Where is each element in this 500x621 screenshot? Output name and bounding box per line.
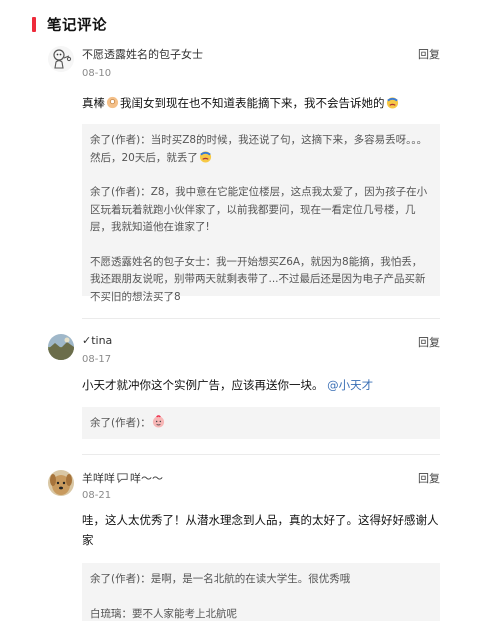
reply-item: 不愿透露姓名的包子女士：我一开始想买Z6A，就因为8能摘，我怕丢，我还跟朋友说呢… (90, 255, 426, 303)
comment-username[interactable]: 羊咩咩 咩～～ (82, 470, 163, 486)
reply-list: 余了(作者)：当时买Z8的时候，我还说了句，这摘下来，多容易丢呀。。。然后，20… (82, 124, 440, 303)
reply-list: 余了(作者)： (82, 407, 440, 439)
comment-text: 真棒 我闺女到现在也不知道表能摘下来，我不会告诉她的 (82, 93, 440, 113)
reply-item: 余了(作者)： (90, 415, 432, 433)
cartoon-avatar-icon[interactable] (48, 46, 74, 72)
pink-heart-face-emoji-icon (152, 415, 165, 428)
reply-list: 余了(作者)：是啊，是一名北航的在读大学生。很优秀哦 白琉璃：要不人家能考上北航… (82, 563, 440, 621)
landscape-avatar-icon[interactable] (48, 334, 74, 360)
comment-item: 不愿透露姓名的包子女士 08-10 回复 真棒 我闺女到现在也不知道表能摘下来，我… (48, 46, 440, 306)
reply-item: 白琉璃：要不人家能考上北航呢 (90, 607, 237, 620)
section-header: 笔记评论 (32, 14, 107, 34)
divider (82, 454, 440, 455)
reply-button[interactable]: 回复 (418, 334, 440, 350)
comment-text: 哇，这人太优秀了！从潜水理念到人品，真的太好了。这得好好感谢人家 (82, 513, 439, 547)
comment-username[interactable]: 不愿透露姓名的包子女士 (82, 46, 203, 62)
comment-date: 08-17 (82, 354, 112, 365)
ok-hand-emoji-icon (106, 95, 119, 109)
comment-text: 小天才就冲你这个实例广告，应该再送你一块。 @小天才 (82, 378, 374, 392)
reply-item: 余了(作者)：当时买Z8的时候，我还说了句，这摘下来，多容易丢呀。。。然后，20… (90, 134, 428, 164)
dog-avatar-icon[interactable] (48, 470, 74, 496)
reply-item: 余了(作者)：是啊，是一名北航的在读大学生。很优秀哦 (90, 573, 351, 585)
comment-username[interactable]: ✓tina (82, 334, 112, 347)
section-title: 笔记评论 (47, 17, 107, 34)
comment-item: ✓tina 08-17 回复 小天才就冲你这个实例广告，应该再送你一块。 @小天… (48, 334, 440, 444)
mention-link[interactable]: @小天才 (327, 378, 373, 392)
sweat-smile-emoji-icon (199, 150, 212, 163)
section-accent-bar (32, 16, 36, 32)
speech-bubble-emoji-icon (116, 471, 129, 484)
comment-item: 羊咩咩 咩～～ 08-21 回复 哇，这人太优秀了！从潜水理念到人品，真的太好了。… (48, 470, 440, 621)
comment-section: 笔记评论 不愿透露姓名的包子女士 08-10 回复 真棒 我闺女到现在也不知道表能… (0, 0, 500, 621)
reply-button[interactable]: 回复 (418, 46, 440, 62)
reply-item: 余了(作者)：Z8，我中意在它能定位楼层，这点我太爱了，因为孩子在小区玩着玩着就… (90, 186, 428, 233)
divider (82, 318, 440, 319)
comment-date: 08-10 (82, 68, 112, 79)
sweat-smile-emoji-icon (386, 95, 399, 109)
comment-date: 08-21 (82, 490, 112, 501)
reply-button[interactable]: 回复 (418, 470, 440, 486)
